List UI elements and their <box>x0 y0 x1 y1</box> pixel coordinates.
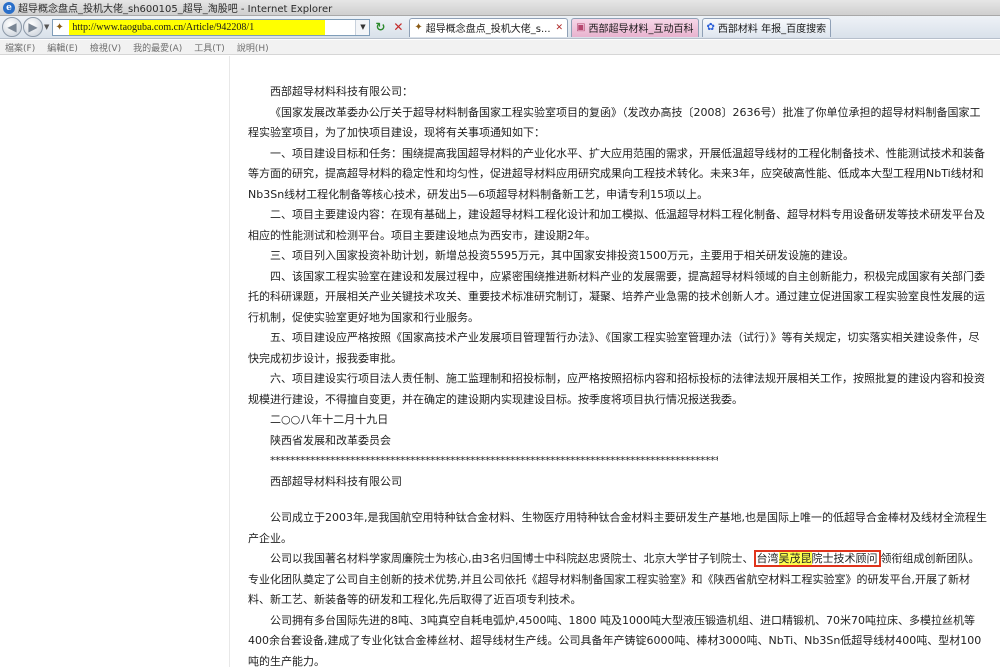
ie-logo-icon: e <box>3 1 15 14</box>
paragraph: 五、项目建设应严格按照《国家高技术产业发展项目管理暂行办法》、《国家工程实验室管… <box>248 331 980 365</box>
paragraph: 公司拥有多台国际先进的8吨、3吨真空自耗电弧炉,4500吨、1800 吨及100… <box>248 613 982 667</box>
left-panel <box>0 56 230 667</box>
issuer-line: 陕西省发展和改革委员会 <box>270 433 391 447</box>
menu-favorites[interactable]: 我的最愛(A) <box>133 41 182 54</box>
menu-edit[interactable]: 編輯(E) <box>47 41 78 54</box>
window-titlebar: e 超导概念盘点_投机大佬_sh600105_超导_淘股吧 - Internet… <box>0 0 1000 16</box>
company-title: 西部超导材料科技有限公司 <box>270 474 402 488</box>
refresh-icon[interactable]: ↻ <box>372 19 388 35</box>
text-segment: 台湾 <box>756 552 779 565</box>
address-dropdown-icon[interactable]: ▼ <box>355 19 370 35</box>
wiki-icon: ▣ <box>576 22 586 33</box>
menu-view[interactable]: 檢視(V) <box>90 41 121 54</box>
paragraph: 六、项目建设实行项目法人责任制、施工监理制和招投标制，应严格按照招标内容和招标投… <box>248 372 985 406</box>
back-button[interactable]: ◀ <box>2 17 22 37</box>
highlighted-name: 吴茂昆 <box>778 552 812 565</box>
baidu-paw-icon: ✿ <box>706 22 715 33</box>
salutation: 西部超导材料科技有限公司： <box>270 85 413 98</box>
tab-taoguba[interactable]: ✦ 超导概念盘点_投机大佬_s... ✕ <box>409 17 569 37</box>
date-line: 二○○八年十二月十九日 <box>270 413 389 426</box>
page-content: 西部超导材料科技有限公司： 《国家发展改革委办公厅关于超导材料制备国家工程实验室… <box>0 56 1000 667</box>
text-segment: 公司以我国著名材料学家周廉院士为核心,由3名归国博士中科院赵忠贤院士、北京大学甘… <box>270 552 754 565</box>
menu-bar: 檔案(F) 編輯(E) 檢視(V) 我的最愛(A) 工具(T) 說明(H) <box>0 40 1000 55</box>
paragraph: 《国家发展改革委办公厅关于超导材料制备国家工程实验室项目的复函》（发改办高技〔2… <box>248 105 981 140</box>
menu-file[interactable]: 檔案(F) <box>5 41 35 54</box>
paragraph: 公司成立于2003年,是我国航空用特种钛合金材料、生物医疗用特种钛合金材料主要研… <box>248 511 987 545</box>
address-bar[interactable]: ✦ http://www.taoguba.com.cn/Article/9422… <box>52 18 371 36</box>
tab-baidu-search[interactable]: ✿ 西部材料 年报_百度搜索 <box>701 17 832 37</box>
menu-help[interactable]: 說明(H) <box>237 41 269 54</box>
tab-hudong-baike[interactable]: ▣ 西部超导材料_互动百科 <box>571 17 699 37</box>
separator-stars: ****************************************… <box>270 454 718 467</box>
paragraph: 四、该国家工程实验室在建设和发展过程中，应紧密围绕推进新材料产业的发展需要，提高… <box>248 269 985 324</box>
menu-tools[interactable]: 工具(T) <box>194 41 225 54</box>
paragraph: 三、项目列入国家投资补助计划，新增总投资5595万元，其中国家安排投资1500万… <box>270 249 854 262</box>
highlight-box: 台湾吴茂昆院士技术顾问 <box>753 550 881 567</box>
tab-label: 超导概念盘点_投机大佬_s... <box>425 24 551 35</box>
navigation-bar: ◀ ▶ ▼ ✦ http://www.taoguba.com.cn/Articl… <box>0 16 1000 39</box>
text-segment: 院士技术顾问 <box>811 552 878 565</box>
history-dropdown-icon[interactable]: ▼ <box>44 23 49 31</box>
close-tab-icon[interactable]: ✕ <box>556 23 564 33</box>
tab-label: 西部材料 年报_百度搜索 <box>717 24 827 35</box>
article-body: 西部超导材料科技有限公司： 《国家发展改革委办公厅关于超导材料制备国家工程实验室… <box>248 82 990 667</box>
paragraph: 一、项目建设目标和任务：围绕提高我国超导材料的产业化水平、扩大应用范围的需求，开… <box>248 146 985 201</box>
paragraph: 公司以我国著名材料学家周廉院士为核心,由3名归国博士中科院赵忠贤院士、北京大学甘… <box>248 549 990 611</box>
url-highlight: http://www.taoguba.com.cn/Article/942208… <box>69 19 326 35</box>
stop-icon[interactable]: ✕ <box>390 19 406 35</box>
url-text[interactable]: http://www.taoguba.com.cn/Article/942208… <box>72 22 254 33</box>
site-icon: ✦ <box>414 22 423 33</box>
paragraph: 二、项目主要建设内容：在现有基础上，建设超导材料工程化设计和加工模拟、低温超导材… <box>248 208 985 242</box>
tab-label: 西部超导材料_互动百科 <box>588 24 694 35</box>
window-title: 超导概念盘点_投机大佬_sh600105_超导_淘股吧 - Internet E… <box>18 4 333 15</box>
site-favicon-icon: ✦ <box>55 21 64 33</box>
forward-button[interactable]: ▶ <box>23 17 43 37</box>
